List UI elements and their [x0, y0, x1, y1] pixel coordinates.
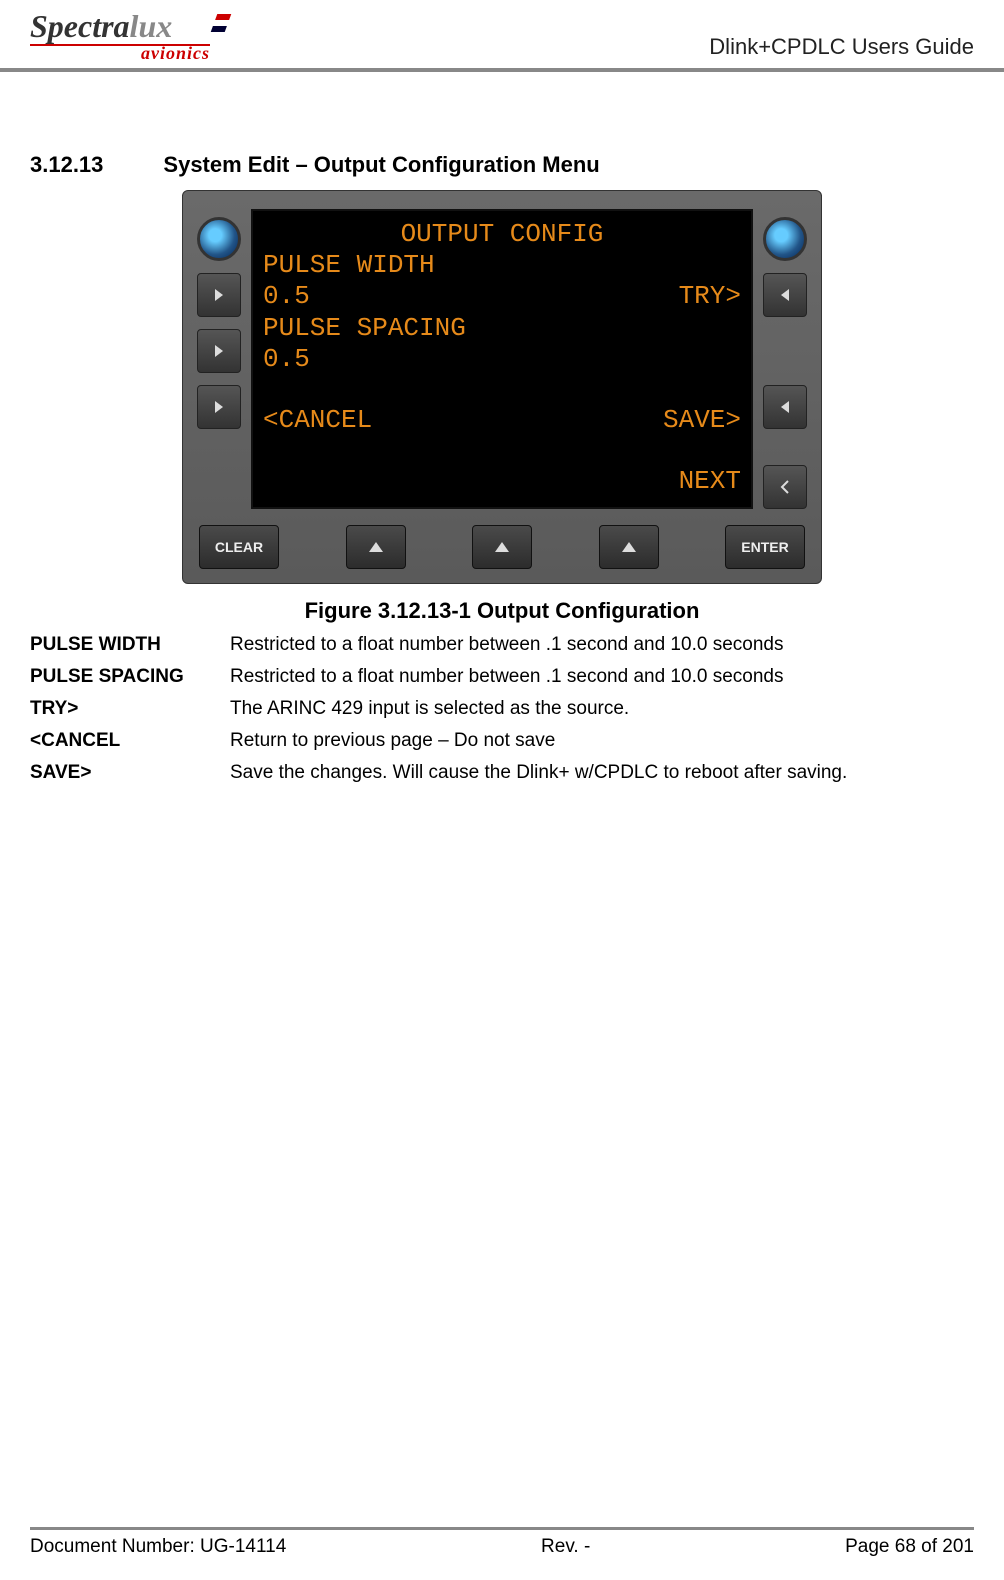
- company-logo: Spectralux avionics: [30, 10, 210, 62]
- up-arrow-button-1[interactable]: [346, 525, 406, 569]
- triangle-left-icon: [777, 399, 793, 415]
- definition-row: SAVE> Save the changes. Will cause the D…: [30, 762, 974, 784]
- definition-term: SAVE>: [30, 762, 230, 784]
- triangle-up-icon: [367, 540, 385, 554]
- device-panel: OUTPUT CONFIG PULSE WIDTH 0.5 TRY> PULSE…: [182, 190, 822, 584]
- document-title: Dlink+CPDLC Users Guide: [709, 34, 974, 62]
- logo-subtext: avionics: [30, 44, 210, 62]
- footer-revision: Rev. -: [541, 1536, 590, 1558]
- definition-description: The ARINC 429 input is selected as the s…: [230, 698, 974, 720]
- triangle-up-icon: [493, 540, 511, 554]
- screen-row-5: 0.5: [263, 344, 741, 375]
- chevron-left-icon: [777, 479, 793, 495]
- footer-doc-number: Document Number: UG-14114: [30, 1536, 286, 1558]
- screen-title: OUTPUT CONFIG: [263, 219, 741, 250]
- triangle-right-icon: [211, 343, 227, 359]
- left-side-buttons: [197, 209, 241, 509]
- pulse-width-value: 0.5: [263, 281, 310, 312]
- lsk-left-1[interactable]: [197, 273, 241, 317]
- definitions-list: PULSE WIDTH Restricted to a float number…: [30, 634, 974, 784]
- definition-row: <CANCEL Return to previous page – Do not…: [30, 730, 974, 752]
- lsk-right-1[interactable]: [763, 273, 807, 317]
- try-softkey: TRY>: [679, 281, 741, 312]
- page-content: 3.12.13 System Edit – Output Configurati…: [0, 72, 1004, 784]
- definition-description: Restricted to a float number between .1 …: [230, 634, 974, 656]
- next-softkey: NEXT: [679, 466, 741, 497]
- led-indicator-left: [197, 217, 241, 261]
- cancel-softkey: <CANCEL: [263, 405, 372, 436]
- up-arrow-button-3[interactable]: [599, 525, 659, 569]
- definition-row: PULSE WIDTH Restricted to a float number…: [30, 634, 974, 656]
- screen-row-9: NEXT: [263, 466, 741, 497]
- flag-icon: [211, 14, 232, 32]
- pulse-spacing-label: PULSE SPACING: [263, 313, 466, 344]
- screen-blank-row: [263, 375, 741, 405]
- device-bottom-row: CLEAR ENTER: [197, 525, 807, 569]
- screen-row-2: PULSE WIDTH: [263, 250, 741, 281]
- logo-text-1: Spectra: [30, 8, 130, 44]
- section-number: 3.12.13: [30, 152, 103, 178]
- lsk-right-spacer: [763, 329, 807, 373]
- triangle-right-icon: [211, 399, 227, 415]
- page-footer: Document Number: UG-14114 Rev. - Page 68…: [30, 1527, 974, 1558]
- section-title: System Edit – Output Configuration Menu: [163, 152, 599, 178]
- definition-description: Save the changes. Will cause the Dlink+ …: [230, 762, 974, 784]
- triangle-left-icon: [777, 287, 793, 303]
- enter-button[interactable]: ENTER: [725, 525, 805, 569]
- lsk-right-3[interactable]: [763, 385, 807, 429]
- screen-row-4: PULSE SPACING: [263, 313, 741, 344]
- up-arrow-button-2[interactable]: [472, 525, 532, 569]
- lsk-left-3[interactable]: [197, 385, 241, 429]
- triangle-up-icon: [620, 540, 638, 554]
- definition-term: PULSE WIDTH: [30, 634, 230, 656]
- section-heading: 3.12.13 System Edit – Output Configurati…: [30, 152, 974, 178]
- logo-text-2: lux: [130, 8, 173, 44]
- save-softkey: SAVE>: [663, 405, 741, 436]
- page-header: Spectralux avionics Dlink+CPDLC Users Gu…: [0, 0, 1004, 72]
- device-main-row: OUTPUT CONFIG PULSE WIDTH 0.5 TRY> PULSE…: [197, 209, 807, 509]
- screen-row-3: 0.5 TRY>: [263, 281, 741, 312]
- footer-page-number: Page 68 of 201: [845, 1536, 974, 1558]
- triangle-right-icon: [211, 287, 227, 303]
- clear-button[interactable]: CLEAR: [199, 525, 279, 569]
- definition-term: <CANCEL: [30, 730, 230, 752]
- definition-row: TRY> The ARINC 429 input is selected as …: [30, 698, 974, 720]
- lsk-right-4[interactable]: [763, 465, 807, 509]
- led-indicator-right: [763, 217, 807, 261]
- device-screen: OUTPUT CONFIG PULSE WIDTH 0.5 TRY> PULSE…: [251, 209, 753, 509]
- pulse-width-label: PULSE WIDTH: [263, 250, 435, 281]
- definition-description: Return to previous page – Do not save: [230, 730, 974, 752]
- definition-term: TRY>: [30, 698, 230, 720]
- definition-row: PULSE SPACING Restricted to a float numb…: [30, 666, 974, 688]
- definition-description: Restricted to a float number between .1 …: [230, 666, 974, 688]
- screen-blank-row-2: [263, 436, 741, 466]
- definition-term: PULSE SPACING: [30, 666, 230, 688]
- screen-row-7: <CANCEL SAVE>: [263, 405, 741, 436]
- pulse-spacing-value: 0.5: [263, 344, 310, 375]
- figure-caption: Figure 3.12.13-1 Output Configuration: [30, 598, 974, 624]
- lsk-left-2[interactable]: [197, 329, 241, 373]
- right-side-buttons: [763, 209, 807, 509]
